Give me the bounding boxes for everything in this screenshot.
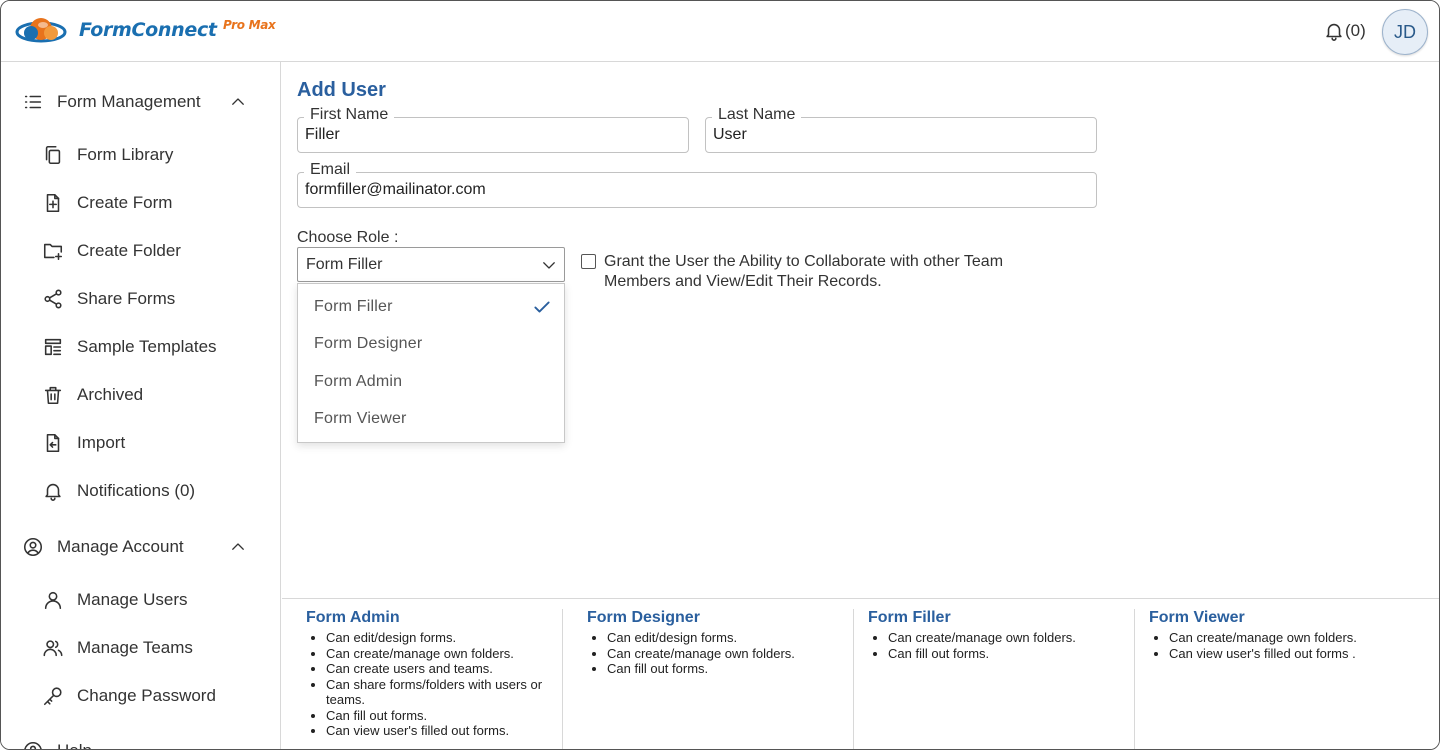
role-permission: Can edit/design forms.: [607, 630, 853, 646]
import-icon: [46, 433, 60, 453]
sidebar-item-label: Create Form: [77, 193, 173, 212]
copy-icon: [45, 145, 61, 165]
sidebar-item-label: Manage Users: [77, 590, 188, 609]
key-icon: [43, 687, 62, 706]
users-icon: [43, 640, 63, 657]
role-option-form-designer[interactable]: Form Designer: [314, 335, 422, 353]
avatar[interactable]: JD: [1382, 9, 1428, 55]
first-name-label: First Name: [304, 106, 395, 124]
sidebar-item-label: Notifications (0): [77, 481, 196, 500]
sidebar-item-label: Sample Templates: [77, 337, 217, 356]
role-info-title: Form Designer: [587, 609, 700, 626]
sidebar-item-share-forms[interactable]: Share Forms: [41, 284, 175, 314]
share-icon: [44, 289, 62, 309]
chevron-up-icon[interactable]: [229, 538, 247, 556]
role-info-form-filler: Form Filler Can create/manage own folder…: [854, 609, 1135, 749]
role-dropdown-menu: Form Filler Form Designer Form Admin For…: [297, 283, 565, 443]
role-info-title: Form Viewer: [1149, 609, 1245, 626]
sidebar-section-manage-account[interactable]: Manage Account: [21, 532, 261, 562]
role-info-title: Form Admin: [306, 609, 400, 626]
template-icon: [44, 338, 62, 356]
chevron-down-icon: [543, 262, 555, 269]
collaborate-option[interactable]: Grant the User the Ability to Collaborat…: [581, 252, 1064, 292]
role-permission: Can create/manage own folders.: [888, 630, 1134, 646]
collaborate-checkbox[interactable]: [581, 254, 596, 269]
folder-plus-icon: [43, 243, 63, 261]
email-input[interactable]: [305, 181, 1065, 199]
bell-icon: [1326, 23, 1342, 41]
sidebar-item-create-folder[interactable]: Create Folder: [41, 236, 181, 266]
sidebar-item-notifications[interactable]: Notifications (0): [41, 476, 195, 506]
app-logo[interactable]: FormConnect Pro Max: [15, 13, 276, 47]
sidebar-item-sample-templates[interactable]: Sample Templates: [41, 332, 217, 362]
last-name-field[interactable]: Last Name: [705, 106, 1097, 153]
email-label: Email: [304, 161, 357, 179]
sidebar-item-label: Form Library: [77, 145, 174, 164]
file-plus-icon: [46, 193, 60, 213]
list-icon: [24, 95, 42, 109]
sidebar-section-help[interactable]: Help: [21, 736, 261, 749]
role-permission: Can fill out forms.: [888, 646, 1134, 662]
sidebar-item-label: Manage Teams: [77, 638, 193, 657]
first-name-field[interactable]: First Name: [297, 106, 689, 153]
section-title: Form Management: [57, 92, 201, 111]
role-option-form-filler[interactable]: Form Filler: [314, 298, 393, 316]
bell-icon: [45, 483, 61, 501]
role-info-form-admin: Form Admin Can edit/design forms. Can cr…: [282, 609, 563, 749]
sidebar-item-label: Change Password: [77, 686, 216, 705]
sidebar-item-label: Share Forms: [77, 289, 176, 308]
role-permission: Can view user's filled out forms.: [326, 723, 562, 739]
role-select[interactable]: Form Filler: [297, 247, 565, 282]
role-permission: Can share forms/folders with users or te…: [326, 677, 562, 708]
help-icon: [24, 741, 42, 749]
role-option-form-viewer[interactable]: Form Viewer: [314, 410, 407, 428]
sidebar: Form Management Form Library Create Form…: [1, 62, 281, 749]
sidebar-item-label: Create Folder: [77, 241, 181, 260]
sidebar-item-archived[interactable]: Archived: [41, 380, 143, 410]
role-option-form-admin[interactable]: Form Admin: [314, 373, 402, 391]
role-permission: Can create/manage own folders.: [1169, 630, 1435, 646]
sidebar-item-form-library[interactable]: Form Library: [41, 140, 173, 170]
notifications-button[interactable]: (0): [1323, 20, 1366, 42]
role-info-title: Form Filler: [868, 609, 951, 626]
role-info-form-viewer: Form Viewer Can create/manage own folder…: [1135, 609, 1435, 749]
sidebar-item-label: Import: [77, 433, 126, 452]
role-permission: Can create/manage own folders.: [607, 646, 853, 662]
sidebar-item-manage-teams[interactable]: Manage Teams: [41, 633, 193, 663]
notifications-count: (0): [1345, 21, 1366, 40]
logo-text: FormConnect Pro Max: [79, 18, 276, 41]
chevron-up-icon[interactable]: [229, 93, 247, 111]
role-select-value: Form Filler: [306, 256, 383, 273]
sidebar-item-import[interactable]: Import: [41, 428, 125, 458]
role-permission: Can view user's filled out forms .: [1169, 646, 1435, 662]
role-permission: Can create users and teams.: [326, 661, 562, 677]
user-circle-icon: [23, 537, 43, 557]
sidebar-item-create-form[interactable]: Create Form: [41, 188, 172, 218]
sidebar-item-label: Archived: [77, 385, 144, 404]
role-permission: Can fill out forms.: [607, 661, 853, 677]
page-title: Add User: [297, 79, 386, 101]
user-icon: [44, 591, 62, 610]
app-window: FormConnect Pro Max (0) JD Form Manageme…: [0, 0, 1440, 750]
sidebar-item-manage-users[interactable]: Manage Users: [41, 585, 188, 615]
last-name-input[interactable]: [713, 126, 1073, 144]
sidebar-section-form-management[interactable]: Form Management: [21, 87, 261, 117]
trash-icon: [44, 386, 62, 405]
sidebar-item-change-password[interactable]: Change Password: [41, 681, 216, 711]
role-permission: Can edit/design forms.: [326, 630, 562, 646]
logo-mark-icon: [15, 18, 67, 43]
role-permission: Can fill out forms.: [326, 708, 562, 724]
choose-role-label: Choose Role :: [297, 229, 399, 246]
role-info-form-designer: Form Designer Can edit/design forms. Can…: [572, 609, 854, 749]
section-title: Help: [57, 741, 92, 749]
role-permission: Can create/manage own folders.: [326, 646, 562, 662]
top-bar: FormConnect Pro Max (0) JD: [1, 1, 1439, 62]
collaborate-label: Grant the User the Ability to Collaborat…: [604, 253, 1004, 290]
roles-description-panel: Form Admin Can edit/design forms. Can cr…: [282, 598, 1439, 749]
section-title: Manage Account: [57, 537, 184, 556]
check-icon: [534, 301, 550, 313]
last-name-label: Last Name: [712, 106, 802, 124]
email-field[interactable]: Email: [297, 161, 1097, 208]
first-name-input[interactable]: [305, 126, 665, 144]
